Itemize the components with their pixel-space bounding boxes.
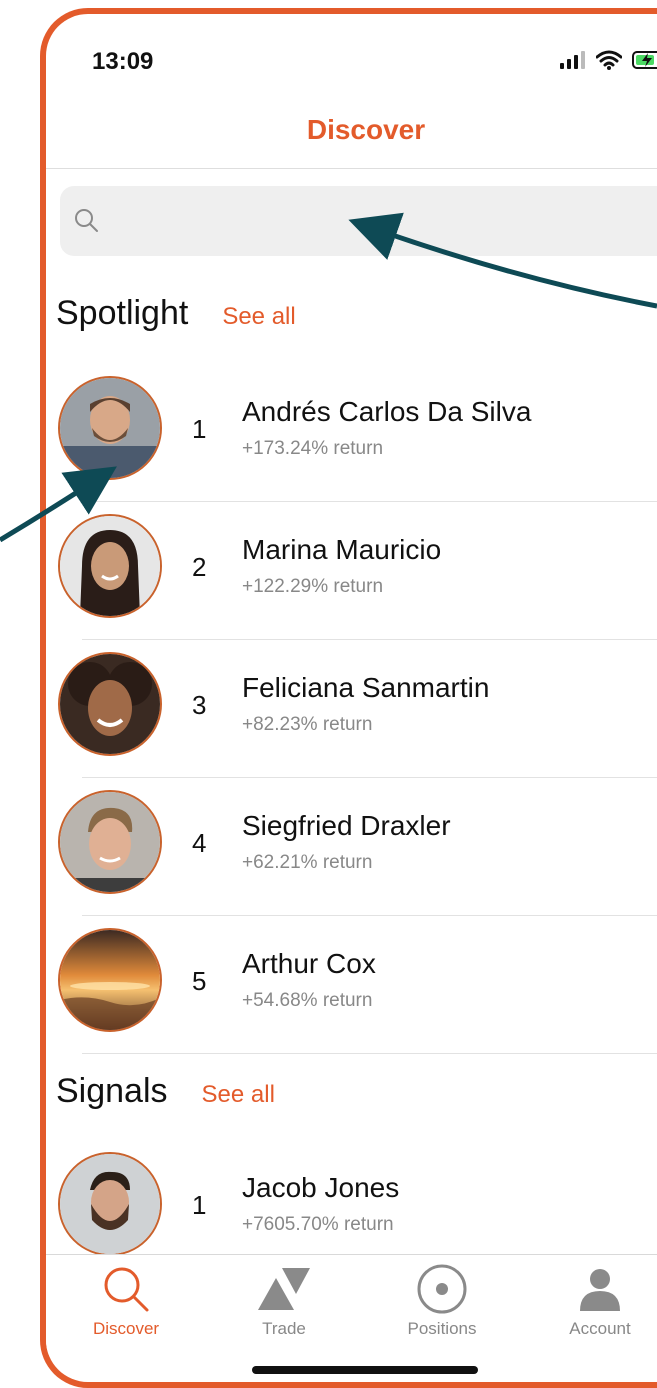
man-portrait-avatar xyxy=(58,790,162,894)
wifi-icon xyxy=(596,50,622,70)
trader-name: Feliciana Sanmartin xyxy=(242,672,490,703)
trader-name: Siegfried Draxler xyxy=(242,810,451,841)
row-divider xyxy=(82,639,657,640)
list-item[interactable]: 5 Arthur Cox +54.68% return xyxy=(46,918,657,1054)
search-icon xyxy=(104,1267,149,1312)
sunset-avatar xyxy=(58,928,162,1032)
signals-header: Signals See all xyxy=(56,1072,275,1111)
search-icon xyxy=(75,209,98,232)
tab-bar: Discover Trade Positions Account xyxy=(46,1254,657,1355)
spotlight-see-all-link[interactable]: See all xyxy=(222,303,295,331)
home-indicator xyxy=(252,1366,478,1374)
rank-number: 3 xyxy=(192,690,207,720)
search-input[interactable] xyxy=(112,198,656,246)
tab-positions[interactable]: Positions xyxy=(382,1261,502,1339)
trader-return: +7605.70% return xyxy=(242,1214,394,1235)
woman-portrait-avatar xyxy=(58,652,162,756)
status-icons xyxy=(560,50,657,70)
trader-return: +54.68% return xyxy=(242,990,373,1011)
tab-discover[interactable]: Discover xyxy=(66,1261,186,1339)
signals-see-all-link[interactable]: See all xyxy=(202,1081,275,1109)
triangles-icon xyxy=(258,1268,310,1310)
target-circle-icon xyxy=(417,1264,467,1314)
tab-label: Positions xyxy=(407,1319,477,1338)
row-divider xyxy=(82,1053,657,1054)
row-divider xyxy=(82,777,657,778)
list-item[interactable]: 2 Marina Mauricio +122.29% return xyxy=(46,504,657,640)
row-divider xyxy=(82,915,657,916)
tab-label: Trade xyxy=(262,1319,306,1338)
page-title: Discover xyxy=(306,114,426,145)
trader-return: +82.23% return xyxy=(242,714,373,735)
trader-name: Andrés Carlos Da Silva xyxy=(242,396,532,427)
man-portrait-avatar xyxy=(58,376,162,480)
tab-trade[interactable]: Trade xyxy=(224,1261,344,1339)
trader-name: Arthur Cox xyxy=(242,948,376,979)
tab-label: Discover xyxy=(92,1319,160,1338)
phone-frame: 13:09 Discover Spotlight See all 1 André… xyxy=(40,8,657,1388)
spotlight-title: Spotlight xyxy=(56,294,189,332)
rank-number: 1 xyxy=(192,414,207,444)
search-bar[interactable] xyxy=(60,186,657,256)
list-item[interactable]: 3 Feliciana Sanmartin +82.23% return xyxy=(46,642,657,778)
trader-return: +173.24% return xyxy=(242,438,384,459)
spotlight-header: Spotlight See all xyxy=(56,294,296,333)
battery-charging-icon xyxy=(632,51,657,69)
status-time: 13:09 xyxy=(92,48,154,75)
tab-label: Account xyxy=(569,1319,631,1338)
person-icon xyxy=(580,1269,620,1311)
trader-name: Jacob Jones xyxy=(242,1172,400,1203)
trader-name: Marina Mauricio xyxy=(242,534,442,565)
bearded-man-avatar xyxy=(58,1152,162,1256)
trader-return: +122.29% return xyxy=(242,576,384,597)
woman-portrait-avatar xyxy=(58,514,162,618)
list-item[interactable]: 1 Andrés Carlos Da Silva +173.24% return xyxy=(46,366,657,502)
rank-number: 4 xyxy=(192,828,207,858)
trader-return: +62.21% return xyxy=(242,852,373,873)
rank-number: 2 xyxy=(192,552,207,582)
header-divider xyxy=(46,168,657,169)
list-item[interactable]: 4 Siegfried Draxler +62.21% return xyxy=(46,780,657,916)
rank-number: 1 xyxy=(192,1190,207,1220)
status-bar: 13:09 xyxy=(46,14,657,104)
tab-account[interactable]: Account xyxy=(540,1261,657,1339)
signal-icon xyxy=(560,51,585,69)
row-divider xyxy=(82,501,657,502)
signals-title: Signals xyxy=(56,1072,168,1110)
rank-number: 5 xyxy=(192,966,207,996)
